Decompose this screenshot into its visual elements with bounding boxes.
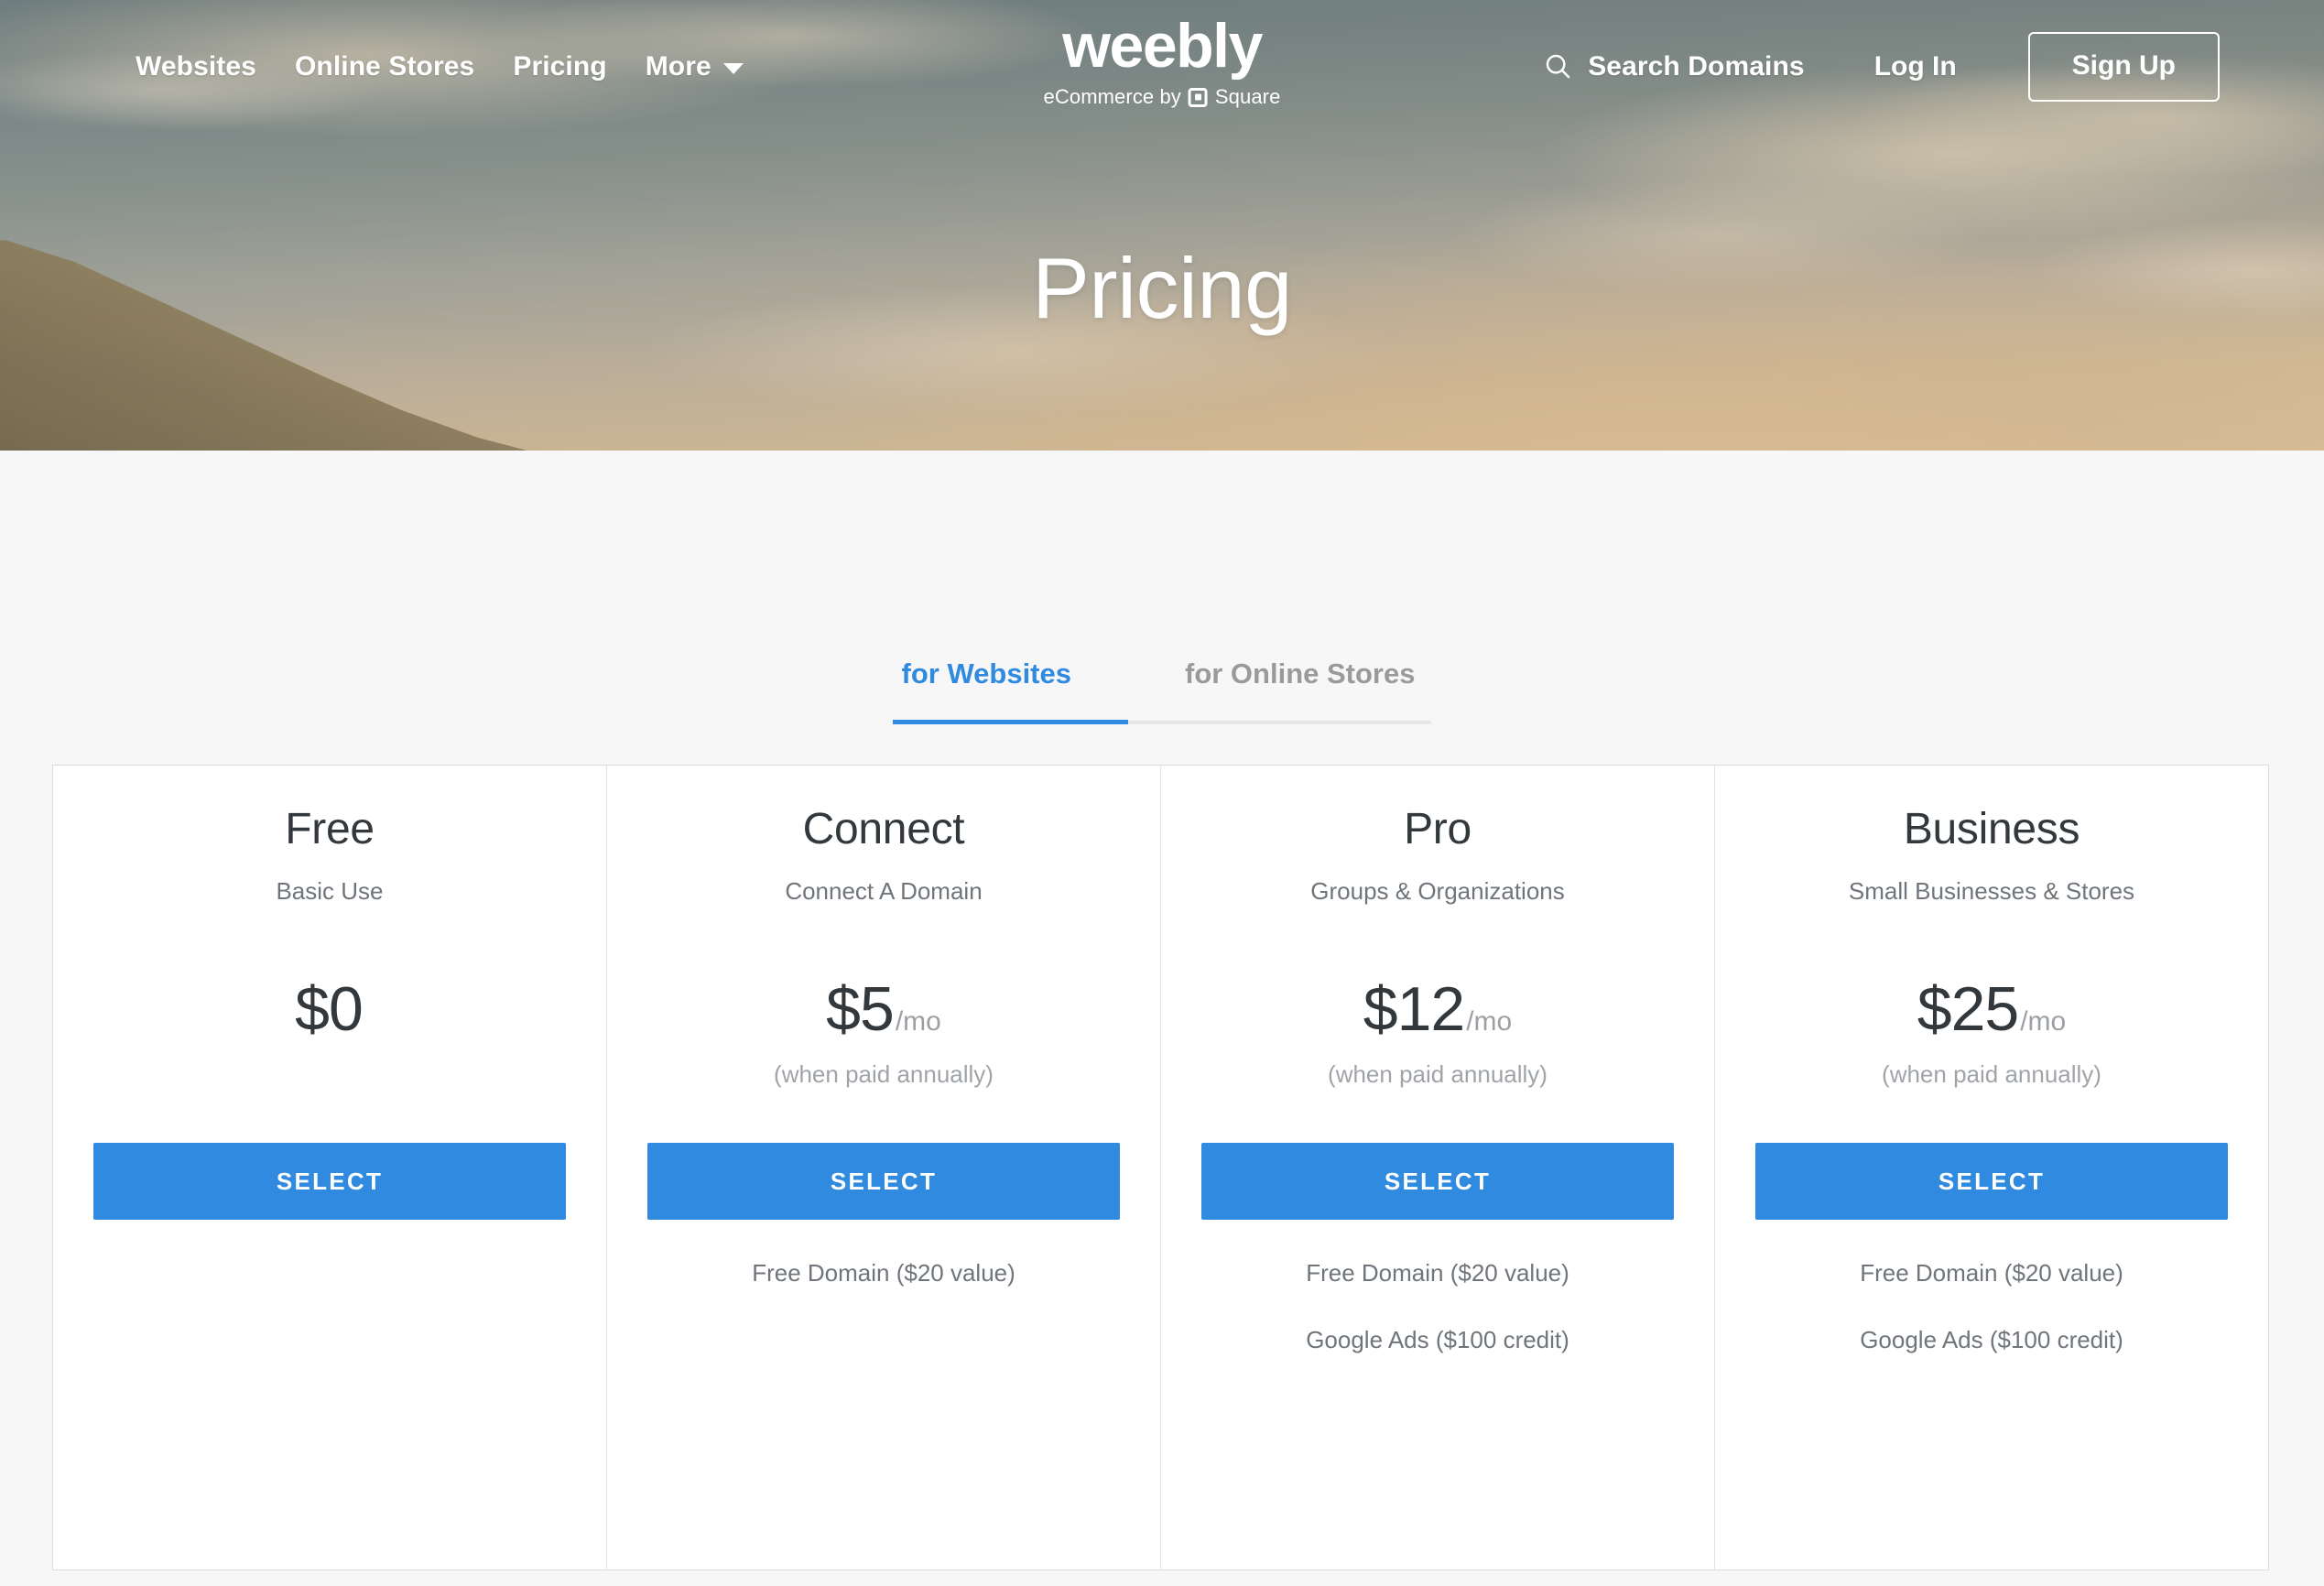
plan-billing-note: (when paid annually)	[1328, 1060, 1548, 1088]
chevron-down-icon	[722, 62, 744, 74]
plan-price: $0	[295, 974, 364, 1044]
square-logo-icon	[1188, 87, 1208, 107]
plan-price-period: /mo	[1466, 1006, 1513, 1037]
logo-tagline: eCommerce by Square	[1044, 87, 1281, 107]
list-item: Free Domain ($20 value)	[1306, 1259, 1569, 1287]
plan-name: Business	[1903, 805, 2080, 853]
plan-price-period: /mo	[895, 1006, 941, 1037]
plan-card-connect: Connect Connect A Domain $5 /mo (when pa…	[607, 766, 1161, 1570]
nav-link-pricing[interactable]: Pricing	[513, 51, 606, 82]
nav-link-more[interactable]: More	[646, 51, 744, 82]
plan-tagline: Small Businesses & Stores	[1848, 877, 2135, 905]
weebly-logo[interactable]: weebly eCommerce by Square	[1044, 15, 1281, 107]
logo-tagline-before: eCommerce by	[1043, 85, 1181, 108]
plan-price-period: /mo	[2020, 1006, 2067, 1037]
primary-nav-links: Websites Online Stores Pricing More	[136, 51, 744, 82]
plan-name: Pro	[1404, 805, 1472, 853]
secondary-nav-links: Search Domains Log In Sign Up	[1544, 31, 2220, 102]
nav-link-websites[interactable]: Websites	[136, 51, 256, 82]
list-item: Free Domain ($20 value)	[1860, 1259, 2123, 1287]
nav-link-more-label: More	[645, 50, 711, 81]
plan-card-pro: Pro Groups & Organizations $12 /mo (when…	[1161, 766, 1715, 1570]
plan-billing-note: (when paid annually)	[1882, 1060, 2101, 1088]
select-button-connect[interactable]: SELECT	[647, 1143, 1120, 1220]
search-icon	[1546, 54, 1570, 79]
plan-name: Free	[285, 805, 375, 853]
plan-price: $25 /mo	[1917, 974, 2067, 1044]
plan-feature-list: Free Domain ($20 value) Google Ads ($100…	[1161, 1261, 1714, 1352]
plan-card-free: Free Basic Use $0 SELECT	[53, 766, 607, 1570]
pricing-section: for Websites for Online Stores Free Basi…	[0, 451, 2324, 1586]
plan-price-amount: $0	[295, 974, 364, 1044]
plan-billing-note: (when paid annually)	[774, 1060, 994, 1088]
pricing-tabs: for Websites for Online Stores	[860, 657, 1464, 724]
page-title: Pricing	[1032, 240, 1292, 336]
plan-tagline: Groups & Organizations	[1310, 877, 1565, 905]
select-button-business[interactable]: SELECT	[1755, 1143, 2228, 1220]
hero-banner: Websites Online Stores Pricing More weeb…	[0, 0, 2324, 451]
plan-price-amount: $5	[826, 974, 895, 1044]
search-domains-label: Search Domains	[1588, 50, 1805, 81]
top-navigation-bar: Websites Online Stores Pricing More weeb…	[0, 0, 2324, 133]
logo-tagline-after: Square	[1214, 85, 1281, 108]
nav-link-online-stores[interactable]: Online Stores	[295, 51, 474, 82]
list-item: Free Domain ($20 value)	[752, 1259, 1015, 1287]
list-item: Google Ads ($100 credit)	[1306, 1326, 1569, 1353]
pricing-plan-grid: Free Basic Use $0 SELECT Connect Connect…	[52, 765, 2269, 1570]
plan-price-amount: $12	[1363, 974, 1465, 1044]
list-item: Google Ads ($100 credit)	[1860, 1326, 2123, 1353]
plan-tagline: Connect A Domain	[785, 877, 983, 905]
plan-price-amount: $25	[1917, 974, 2019, 1044]
tab-for-online-stores[interactable]: for Online Stores	[1128, 657, 1432, 724]
tab-for-websites[interactable]: for Websites	[892, 657, 1128, 724]
plan-card-business: Business Small Businesses & Stores $25 /…	[1715, 766, 2268, 1570]
signup-button[interactable]: Sign Up	[2027, 31, 2220, 102]
plan-price: $12 /mo	[1363, 974, 1513, 1044]
plan-price: $5 /mo	[826, 974, 941, 1044]
login-link[interactable]: Log In	[1874, 51, 1957, 82]
select-button-free[interactable]: SELECT	[93, 1143, 566, 1220]
plan-feature-list: Free Domain ($20 value)	[607, 1261, 1160, 1285]
plan-tagline: Basic Use	[276, 877, 384, 905]
plan-name: Connect	[802, 805, 965, 853]
search-domains-button[interactable]: Search Domains	[1544, 51, 1805, 82]
select-button-pro[interactable]: SELECT	[1201, 1143, 1674, 1220]
logo-wordmark: weebly	[1062, 11, 1263, 81]
plan-feature-list: Free Domain ($20 value) Google Ads ($100…	[1715, 1261, 2268, 1352]
